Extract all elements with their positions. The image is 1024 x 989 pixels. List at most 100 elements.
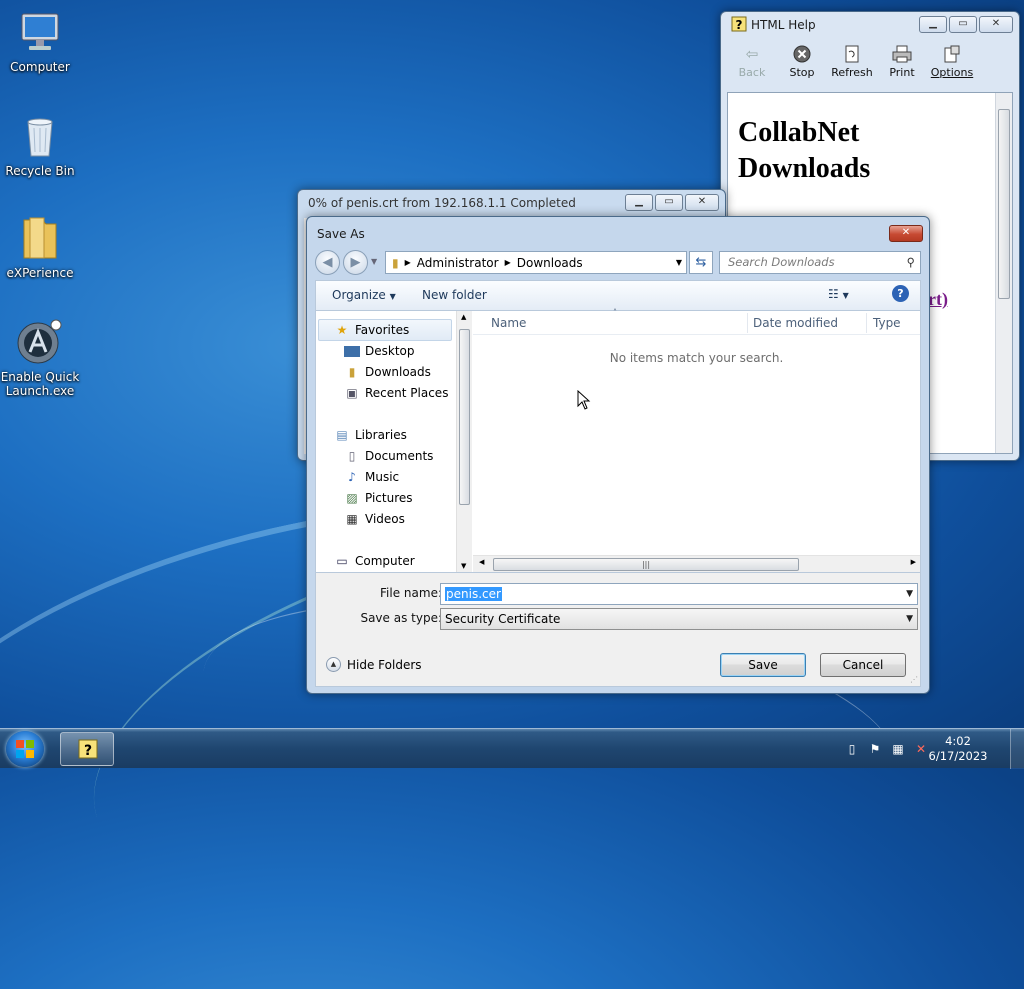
- view-icon: ☷: [828, 287, 839, 301]
- resize-grip-icon[interactable]: ⋰: [910, 675, 918, 684]
- computer-icon: [16, 8, 64, 56]
- stop-icon: [792, 44, 812, 64]
- column-type[interactable]: Type: [873, 316, 901, 330]
- taskbar-html-help[interactable]: ?: [60, 732, 114, 766]
- navigation-pane: ★ Favorites Desktop ▮ Downloads ▣ Recent Pl…: [316, 311, 472, 572]
- nav-recent-places[interactable]: ▣ Recent Places: [344, 383, 448, 403]
- clock[interactable]: 4:02 6/17/2023: [928, 734, 988, 764]
- network-icon[interactable]: ▦: [890, 741, 906, 757]
- save-as-dialog[interactable]: Save As ✕ ◀ ▶ ▼ ▮ ▶ Administrator ▶ Down…: [306, 216, 930, 694]
- dropdown-arrow-icon[interactable]: ▼: [906, 584, 913, 604]
- search-input[interactable]: Search Downloads ⚲: [719, 251, 921, 274]
- address-bar[interactable]: ▮ ▶ Administrator ▶ Downloads ▼: [385, 251, 687, 274]
- close-button[interactable]: ✕: [889, 225, 923, 242]
- help-icon[interactable]: ?: [892, 285, 909, 302]
- help-link[interactable]: rt): [928, 289, 948, 310]
- back-button[interactable]: ◀: [315, 250, 340, 275]
- nav-computer[interactable]: ▭ Computer: [334, 551, 414, 571]
- flag-icon[interactable]: ⚑: [867, 741, 883, 757]
- scroll-up-icon[interactable]: ▲: [461, 313, 466, 321]
- recent-places-icon: ▣: [346, 386, 358, 400]
- windows-logo-icon: [16, 740, 34, 758]
- pictures-icon: ▨: [346, 491, 358, 505]
- breadcrumb-chevron-icon[interactable]: ▶: [505, 258, 511, 267]
- libraries-icon: ▤: [336, 428, 348, 442]
- hide-folders-toggle[interactable]: ▲ Hide Folders: [326, 657, 422, 672]
- back-arrow-icon: ◀: [322, 255, 333, 270]
- scroll-down-icon[interactable]: ▼: [461, 562, 466, 570]
- taskbar: ? ▯ ⚑ ▦ ✕ 4:02 6/17/2023: [0, 728, 1024, 769]
- maximize-button[interactable]: ▭: [949, 16, 977, 33]
- nav-music[interactable]: ♪ Music: [344, 467, 399, 487]
- computer-icon: ▭: [336, 554, 348, 568]
- svg-text:?: ?: [84, 743, 92, 759]
- scroll-thumb[interactable]: [459, 329, 470, 505]
- column-date-modified[interactable]: Date modified: [753, 316, 838, 330]
- help-icon: ?: [731, 15, 747, 32]
- scroll-left-icon[interactable]: ◀: [479, 558, 484, 566]
- address-dropdown-icon[interactable]: ▼: [676, 258, 682, 267]
- close-button[interactable]: ✕: [979, 16, 1013, 33]
- quicklaunch-app-icon: [16, 318, 64, 366]
- save-button[interactable]: Save: [720, 653, 806, 677]
- mouse-cursor-icon: [577, 390, 591, 410]
- column-name[interactable]: Name: [491, 316, 526, 330]
- forward-button[interactable]: ▶: [343, 250, 368, 275]
- action-center-icon[interactable]: ▯: [844, 741, 860, 757]
- back-arrow-icon: ⇦: [745, 45, 759, 63]
- breadcrumb-downloads[interactable]: Downloads: [517, 256, 583, 270]
- cancel-button[interactable]: Cancel: [820, 653, 906, 677]
- desktop-icon-label: Recycle Bin: [5, 164, 75, 178]
- close-button[interactable]: ✕: [685, 194, 719, 211]
- scroll-thumb[interactable]: |||: [493, 558, 799, 571]
- new-folder-button[interactable]: New folder: [422, 288, 487, 302]
- command-bar: Organize ▼ New folder ☷ ▼ ?: [315, 280, 921, 310]
- nav-scrollbar[interactable]: ▲ ▼: [456, 311, 472, 572]
- minimize-button[interactable]: ▁: [625, 194, 653, 211]
- refresh-icon: ⇆: [695, 255, 707, 270]
- organize-button[interactable]: Organize ▼: [332, 288, 396, 302]
- nav-documents[interactable]: ▯ Documents: [344, 446, 434, 466]
- help-icon: ?: [78, 739, 98, 759]
- scroll-right-icon[interactable]: ▶: [911, 558, 916, 566]
- volume-muted-icon[interactable]: ✕: [913, 741, 929, 757]
- view-options-button[interactable]: ☷ ▼: [828, 287, 849, 301]
- options-button[interactable]: Options: [927, 42, 977, 92]
- vertical-scrollbar[interactable]: [995, 93, 1012, 453]
- date: 6/17/2023: [928, 749, 988, 763]
- show-desktop-button[interactable]: [1010, 729, 1024, 769]
- recent-pages-chevron-icon[interactable]: ▼: [371, 257, 377, 266]
- refresh-button[interactable]: Refresh: [827, 42, 877, 92]
- nav-pictures[interactable]: ▨ Pictures: [344, 488, 412, 508]
- nav-downloads[interactable]: ▮ Downloads: [344, 362, 431, 382]
- nav-desktop[interactable]: Desktop: [344, 341, 415, 361]
- save-type-select[interactable]: Security Certificate ▼: [440, 608, 918, 630]
- music-icon: ♪: [348, 470, 356, 484]
- minimize-button[interactable]: ▁: [919, 16, 947, 33]
- nav-videos[interactable]: ▦ Videos: [344, 509, 405, 529]
- desktop-icon-recycle-bin[interactable]: Recycle Bin: [0, 112, 80, 178]
- system-tray: ▯ ⚑ ▦ ✕ 4:02 6/17/2023: [824, 729, 1024, 769]
- nav-favorites[interactable]: ★ Favorites: [334, 320, 410, 340]
- stop-button[interactable]: Stop: [777, 42, 827, 92]
- start-button[interactable]: [6, 731, 44, 767]
- breadcrumb-chevron-icon[interactable]: ▶: [405, 258, 411, 267]
- back-button[interactable]: ⇦ Back: [727, 42, 777, 92]
- nav-libraries[interactable]: ▤ Libraries: [334, 425, 407, 445]
- file-name-input[interactable]: penis.cer ▼: [440, 583, 918, 605]
- print-button[interactable]: Print: [877, 42, 927, 92]
- videos-icon: ▦: [346, 512, 358, 526]
- star-icon: ★: [336, 323, 348, 337]
- downloads-folder-icon: ▮: [348, 365, 356, 379]
- scroll-thumb[interactable]: [998, 109, 1010, 299]
- documents-icon: ▯: [348, 449, 356, 463]
- maximize-button[interactable]: ▭: [655, 194, 683, 211]
- file-list[interactable]: Name ˄ Date modified Type No items match…: [473, 308, 920, 572]
- file-name-label: File name:: [380, 586, 442, 600]
- horizontal-scrollbar[interactable]: ◀ ||| ▶: [473, 555, 920, 572]
- breadcrumb-administrator[interactable]: Administrator: [417, 256, 499, 270]
- refresh-button[interactable]: ⇆: [689, 251, 713, 274]
- desktop-icon-quicklaunch[interactable]: Enable Quick Launch.exe: [0, 318, 80, 398]
- desktop-icon-experience[interactable]: eXPerience: [0, 214, 80, 280]
- desktop-icon-computer[interactable]: Computer: [0, 8, 80, 74]
